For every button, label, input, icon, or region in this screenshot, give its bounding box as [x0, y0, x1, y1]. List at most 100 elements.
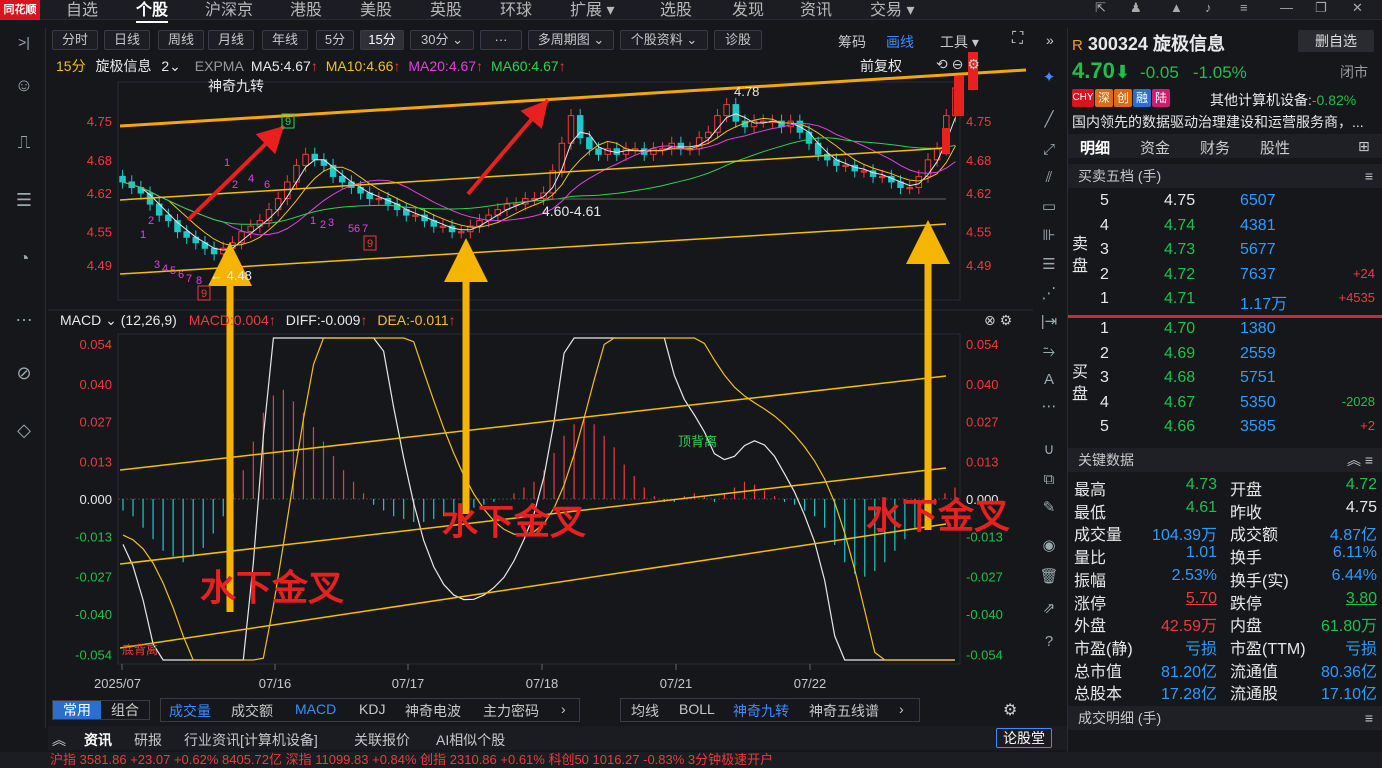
nav-tab-7[interactable]: 扩展 ▾: [570, 0, 615, 20]
indicator-tab-0[interactable]: 成交量: [169, 701, 211, 721]
panel-tab-1[interactable]: 资金: [1140, 137, 1170, 158]
expand-up-icon[interactable]: ︽: [52, 730, 66, 750]
panel-layout-icon[interactable]: ⊞: [1358, 138, 1370, 155]
gauge-icon[interactable]: ◔: [12, 246, 36, 270]
stock-tag-2[interactable]: 创: [1114, 89, 1132, 107]
period-button-8[interactable]: 多周期图 ⌄: [528, 30, 614, 50]
nav-tab-11[interactable]: 交易 ▾: [870, 0, 915, 20]
panel-tab-3[interactable]: 股性: [1260, 137, 1290, 158]
export-icon[interactable]: ⇗: [1039, 599, 1059, 619]
magnet-icon[interactable]: ∪: [1039, 440, 1059, 460]
shirt-icon[interactable]: ▲: [1170, 0, 1183, 15]
period-button-9[interactable]: 个股资料 ⌄: [620, 30, 708, 50]
rect-tool-icon[interactable]: ▭: [1039, 197, 1059, 217]
overlay-tab-1[interactable]: BOLL: [679, 701, 715, 717]
indicator-tab-1[interactable]: 成交额: [231, 701, 273, 721]
close-icon[interactable]: ✕: [1352, 0, 1363, 16]
chat-icon[interactable]: …: [12, 303, 36, 327]
period-button-0[interactable]: 分时: [52, 30, 98, 50]
nav-tab-0[interactable]: 自选: [66, 0, 98, 20]
stock-tag-0[interactable]: CHY: [1072, 89, 1094, 107]
bottom-tab1-1[interactable]: 组合: [101, 701, 149, 719]
robot-icon[interactable]: ☺: [12, 73, 36, 97]
sells-row-1[interactable]: 4 4.74 4381: [1068, 217, 1382, 241]
nav-tab-8[interactable]: 选股: [660, 0, 692, 20]
period-button-6[interactable]: 15分: [360, 30, 404, 50]
copy-icon[interactable]: ⧉: [1039, 470, 1059, 490]
buys-row-1[interactable]: 2 4.69 2559: [1068, 345, 1382, 369]
help-icon[interactable]: ?: [1039, 632, 1059, 652]
ray-tool-icon[interactable]: ⤢: [1039, 140, 1059, 160]
more-tools-icon[interactable]: ⋯: [1039, 397, 1059, 417]
levels-tool-icon[interactable]: ☰: [1039, 255, 1059, 275]
restore-icon[interactable]: ❐: [1315, 0, 1327, 16]
indicator-tab-2[interactable]: MACD: [295, 701, 336, 717]
indicator-name[interactable]: EXPMA: [195, 58, 243, 74]
buys-row-0[interactable]: 1 4.70 1380: [1068, 320, 1382, 344]
macd-name[interactable]: MACD: [60, 312, 101, 328]
key-data-controls[interactable]: ︽ ≡: [1347, 448, 1373, 472]
fib-tool-icon[interactable]: ⊪: [1039, 226, 1059, 246]
toolbar-item-1[interactable]: 画线: [886, 32, 914, 52]
indicator-settings-icon[interactable]: ⚙: [1003, 700, 1017, 720]
nav-tab-5[interactable]: 英股: [430, 0, 462, 20]
bell-icon[interactable]: ♪: [1205, 0, 1212, 15]
eye-icon[interactable]: ◉: [1039, 536, 1059, 556]
overlay-tab-2[interactable]: 神奇九转: [733, 701, 789, 721]
trash-icon[interactable]: 🗑: [1039, 567, 1059, 587]
stock-tag-4[interactable]: 陆: [1152, 89, 1170, 107]
text-tool-icon[interactable]: A: [1039, 370, 1059, 390]
kline-chart[interactable]: 4.75 4.75 4.68 4.68 4.62 4.62 4.55 4.55 4.49 4.49…: [48, 52, 1033, 698]
diamond-icon[interactable]: ◇: [12, 418, 36, 442]
nav-tab-4[interactable]: 美股: [360, 0, 392, 20]
nav-tab-1[interactable]: 个股: [136, 0, 169, 23]
period-button-4[interactable]: 年线: [262, 30, 308, 50]
nav-tab-9[interactable]: 发现: [732, 0, 764, 20]
sells-row-0[interactable]: 5 4.75 6507: [1068, 192, 1382, 216]
user-icon[interactable]: ♟: [1130, 0, 1142, 16]
trade-menu-icon[interactable]: ≡: [1365, 706, 1373, 730]
fullscreen-icon[interactable]: ⛶: [1012, 30, 1023, 48]
menu-icon[interactable]: ≡: [1240, 0, 1248, 15]
edit-icon[interactable]: ✎: [1039, 498, 1059, 518]
indicator-tab-4[interactable]: 神奇电波: [405, 701, 461, 721]
buys-row-3[interactable]: 4 4.67 5350 -2028: [1068, 394, 1382, 418]
buys-row-4[interactable]: 5 4.66 3585 +2: [1068, 418, 1382, 442]
tabs3-next-icon[interactable]: ›: [899, 701, 904, 717]
wave-tool-icon[interactable]: ⥲: [1039, 342, 1059, 362]
nav-tab-10[interactable]: 资讯: [800, 0, 832, 20]
key-value[interactable]: 3.80: [1346, 590, 1377, 608]
adjust-label[interactable]: 前复权: [860, 56, 902, 76]
news-tab-4[interactable]: AI相似个股: [436, 730, 505, 750]
nav-tab-6[interactable]: 环球: [500, 0, 532, 20]
period-button-10[interactable]: 诊股: [714, 30, 762, 50]
stock-tag-1[interactable]: 深: [1095, 89, 1113, 107]
pin-icon[interactable]: ✦: [1039, 68, 1059, 88]
indicator-tab-3[interactable]: KDJ: [359, 701, 385, 717]
order-menu-icon[interactable]: ≡: [1365, 164, 1373, 188]
document-icon[interactable]: ☰: [12, 188, 36, 212]
forum-button[interactable]: 论股堂: [996, 728, 1052, 748]
macd-controls[interactable]: ⊗ ⚙: [984, 312, 1012, 329]
nav-tab-2[interactable]: 沪深京: [205, 0, 253, 20]
sells-row-3[interactable]: 2 4.72 7637 +24: [1068, 266, 1382, 290]
bottom-tab1-0[interactable]: 常用: [53, 701, 101, 719]
period-button-5[interactable]: 5分: [316, 30, 354, 50]
news-tab-3[interactable]: 关联报价: [354, 730, 410, 750]
overlay-tab-3[interactable]: 神奇五线谱: [809, 701, 879, 721]
buys-row-2[interactable]: 3 4.68 5751: [1068, 369, 1382, 393]
overlay-tab-0[interactable]: 均线: [631, 701, 659, 721]
line-tool-icon[interactable]: ╱: [1039, 110, 1059, 130]
stock-tag-3[interactable]: 融: [1133, 89, 1151, 107]
sells-row-4[interactable]: 1 4.71 1.17万 +4535: [1068, 290, 1382, 314]
link-icon[interactable]: ⊘: [12, 361, 36, 385]
measure-tool-icon[interactable]: |⇥: [1039, 312, 1059, 332]
panel-tab-0[interactable]: 明细: [1080, 137, 1110, 158]
period-button-7[interactable]: 30分 ⌄: [410, 30, 474, 50]
channel-tool-icon[interactable]: ⫽: [1039, 168, 1059, 188]
tabs2-next-icon[interactable]: ›: [561, 701, 566, 717]
news-tab-1[interactable]: 研报: [134, 730, 162, 750]
expand-icon[interactable]: >|: [12, 30, 36, 54]
indicator-tab-5[interactable]: 主力密码: [483, 701, 539, 721]
monitor-icon[interactable]: ⎍: [12, 130, 36, 154]
